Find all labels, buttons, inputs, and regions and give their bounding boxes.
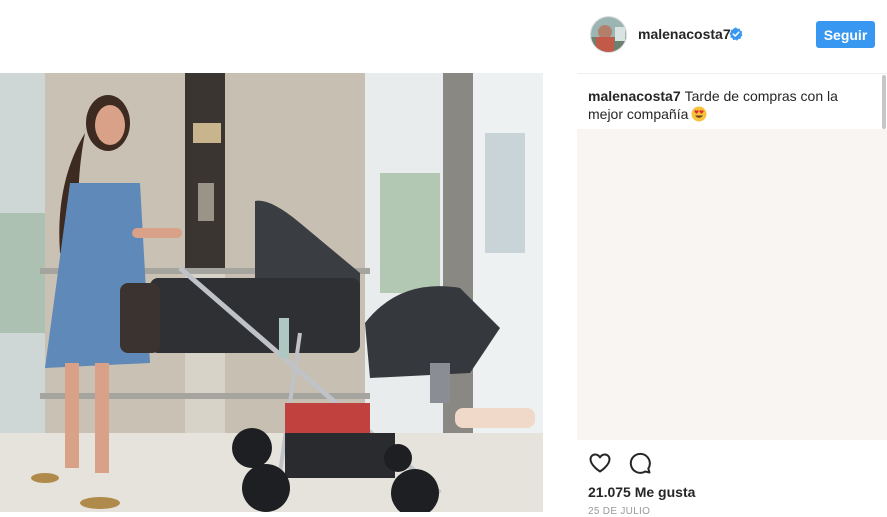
avatar[interactable] bbox=[590, 16, 627, 53]
post-header: malenacosta7 Seguir bbox=[577, 0, 887, 74]
comment-bubble-icon[interactable] bbox=[628, 451, 652, 475]
username[interactable]: malenacosta7 bbox=[638, 26, 731, 42]
caption: malenacosta7 Tarde de compras con la mejo… bbox=[588, 87, 858, 123]
verified-badge-icon bbox=[729, 27, 743, 41]
post-sidebar: malenacosta7 Seguir malenacosta7 Tarde de… bbox=[577, 0, 887, 517]
follow-button[interactable]: Seguir bbox=[816, 21, 875, 48]
heart-outline-icon[interactable] bbox=[588, 451, 612, 475]
likes-count[interactable]: 21.075 Me gusta bbox=[588, 484, 695, 500]
post-photo[interactable] bbox=[0, 73, 543, 512]
caption-scrollbar[interactable] bbox=[882, 75, 886, 129]
comments-area bbox=[577, 129, 887, 440]
caption-username[interactable]: malenacosta7 bbox=[588, 88, 681, 104]
heart-eyes-emoji-icon bbox=[691, 106, 707, 122]
